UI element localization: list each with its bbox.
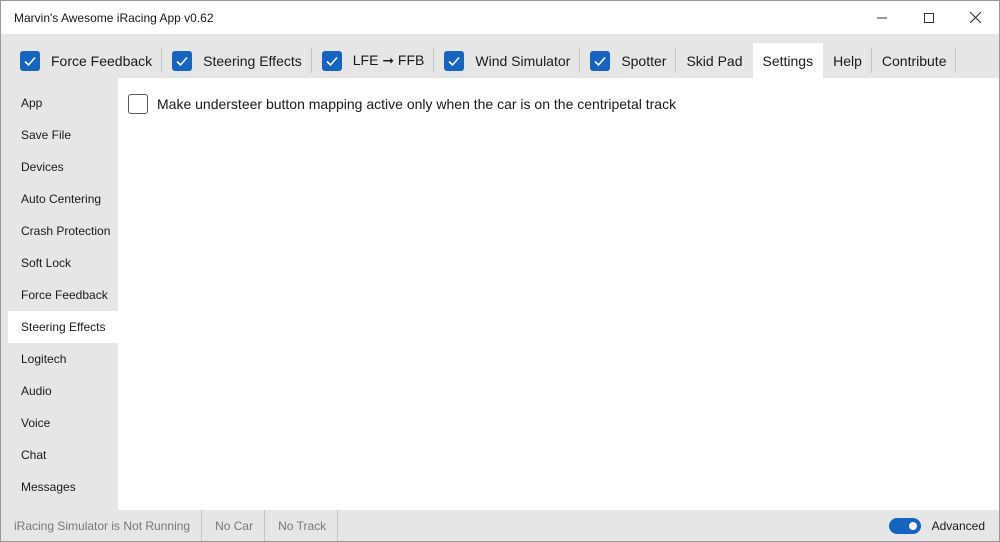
sidebar-item-crash-protection[interactable]: Crash Protection [8,215,118,247]
minimize-button[interactable] [858,1,905,34]
close-icon [970,12,981,23]
sidebar-item-app[interactable]: App [8,87,118,119]
checkbox-checked-icon[interactable] [444,50,465,71]
tab-steering-effects[interactable]: Steering Effects [162,43,312,78]
sidebar-item-soft-lock[interactable]: Soft Lock [8,247,118,279]
checkbox-checked-icon[interactable] [20,50,40,71]
app-window: Marvin's Awesome iRacing App v0.62 Force… [0,0,1000,542]
minimize-icon [876,17,887,18]
tab-skid-pad[interactable]: Skid Pad [676,43,752,78]
tab-wind-simulator[interactable]: Wind Simulator [434,43,581,78]
settings-content-panel: Make understeer button mapping active on… [118,78,999,510]
status-bar: iRacing Simulator is Not Running No Car … [1,510,999,541]
sidebar-item-save-file[interactable]: Save File [8,119,118,151]
maximize-icon [923,12,934,23]
window-title: Marvin's Awesome iRacing App v0.62 [14,10,214,25]
tab-label: Wind Simulator [475,52,571,69]
tab-bar: Force Feedback Steering Effects LFE ➞ FF… [1,34,999,78]
tab-help[interactable]: Help [823,43,872,78]
checkbox-checked-icon[interactable] [590,50,611,71]
sidebar-item-chat[interactable]: Chat [8,439,118,471]
sidebar-item-force-feedback[interactable]: Force Feedback [8,279,118,311]
settings-sidebar: App Save File Devices Auto Centering Cra… [8,87,118,510]
advanced-toggle-group: Advanced [888,510,985,541]
checkbox-checked-icon[interactable] [172,50,193,71]
tab-label: Steering Effects [203,52,302,69]
tab-label: Skid Pad [686,52,743,69]
tab-label: Force Feedback [51,52,153,69]
tab-force-feedback[interactable]: Force Feedback [10,43,163,78]
sidebar-item-audio[interactable]: Audio [8,375,118,407]
track-status: No Track [265,510,339,541]
checkbox-checked-icon[interactable] [321,50,342,71]
sidebar-item-devices[interactable]: Devices [8,151,118,183]
tab-label: Settings [762,52,814,69]
sidebar-item-messages[interactable]: Messages [8,471,118,503]
tab-label: Help [833,52,862,69]
understeer-mapping-label: Make understeer button mapping active on… [157,96,677,112]
tab-spotter[interactable]: Spotter [580,43,677,78]
tab-contribute[interactable]: Contribute [872,43,957,78]
sidebar-item-voice[interactable]: Voice [8,407,118,439]
sidebar-item-steering-effects[interactable]: Steering Effects [8,311,118,343]
understeer-mapping-checkbox[interactable] [128,94,148,114]
window-controls [858,1,999,34]
title-bar[interactable]: Marvin's Awesome iRacing App v0.62 [1,1,999,34]
understeer-mapping-option[interactable]: Make understeer button mapping active on… [128,94,676,114]
tab-label: Contribute [881,52,947,69]
sim-status: iRacing Simulator is Not Running [1,510,203,541]
advanced-toggle[interactable] [888,517,921,534]
maximize-button[interactable] [905,1,952,34]
advanced-label: Advanced [931,518,985,533]
tab-label: LFE ➞ FFB [352,52,425,68]
tab-label: Spotter [621,52,667,69]
sidebar-item-logitech[interactable]: Logitech [8,343,118,375]
close-button[interactable] [952,1,999,34]
sidebar-item-auto-centering[interactable]: Auto Centering [8,183,118,215]
tab-lfe-ffb[interactable]: LFE ➞ FFB [312,43,435,78]
car-status: No Car [202,510,266,541]
tab-settings[interactable]: Settings [752,43,824,78]
